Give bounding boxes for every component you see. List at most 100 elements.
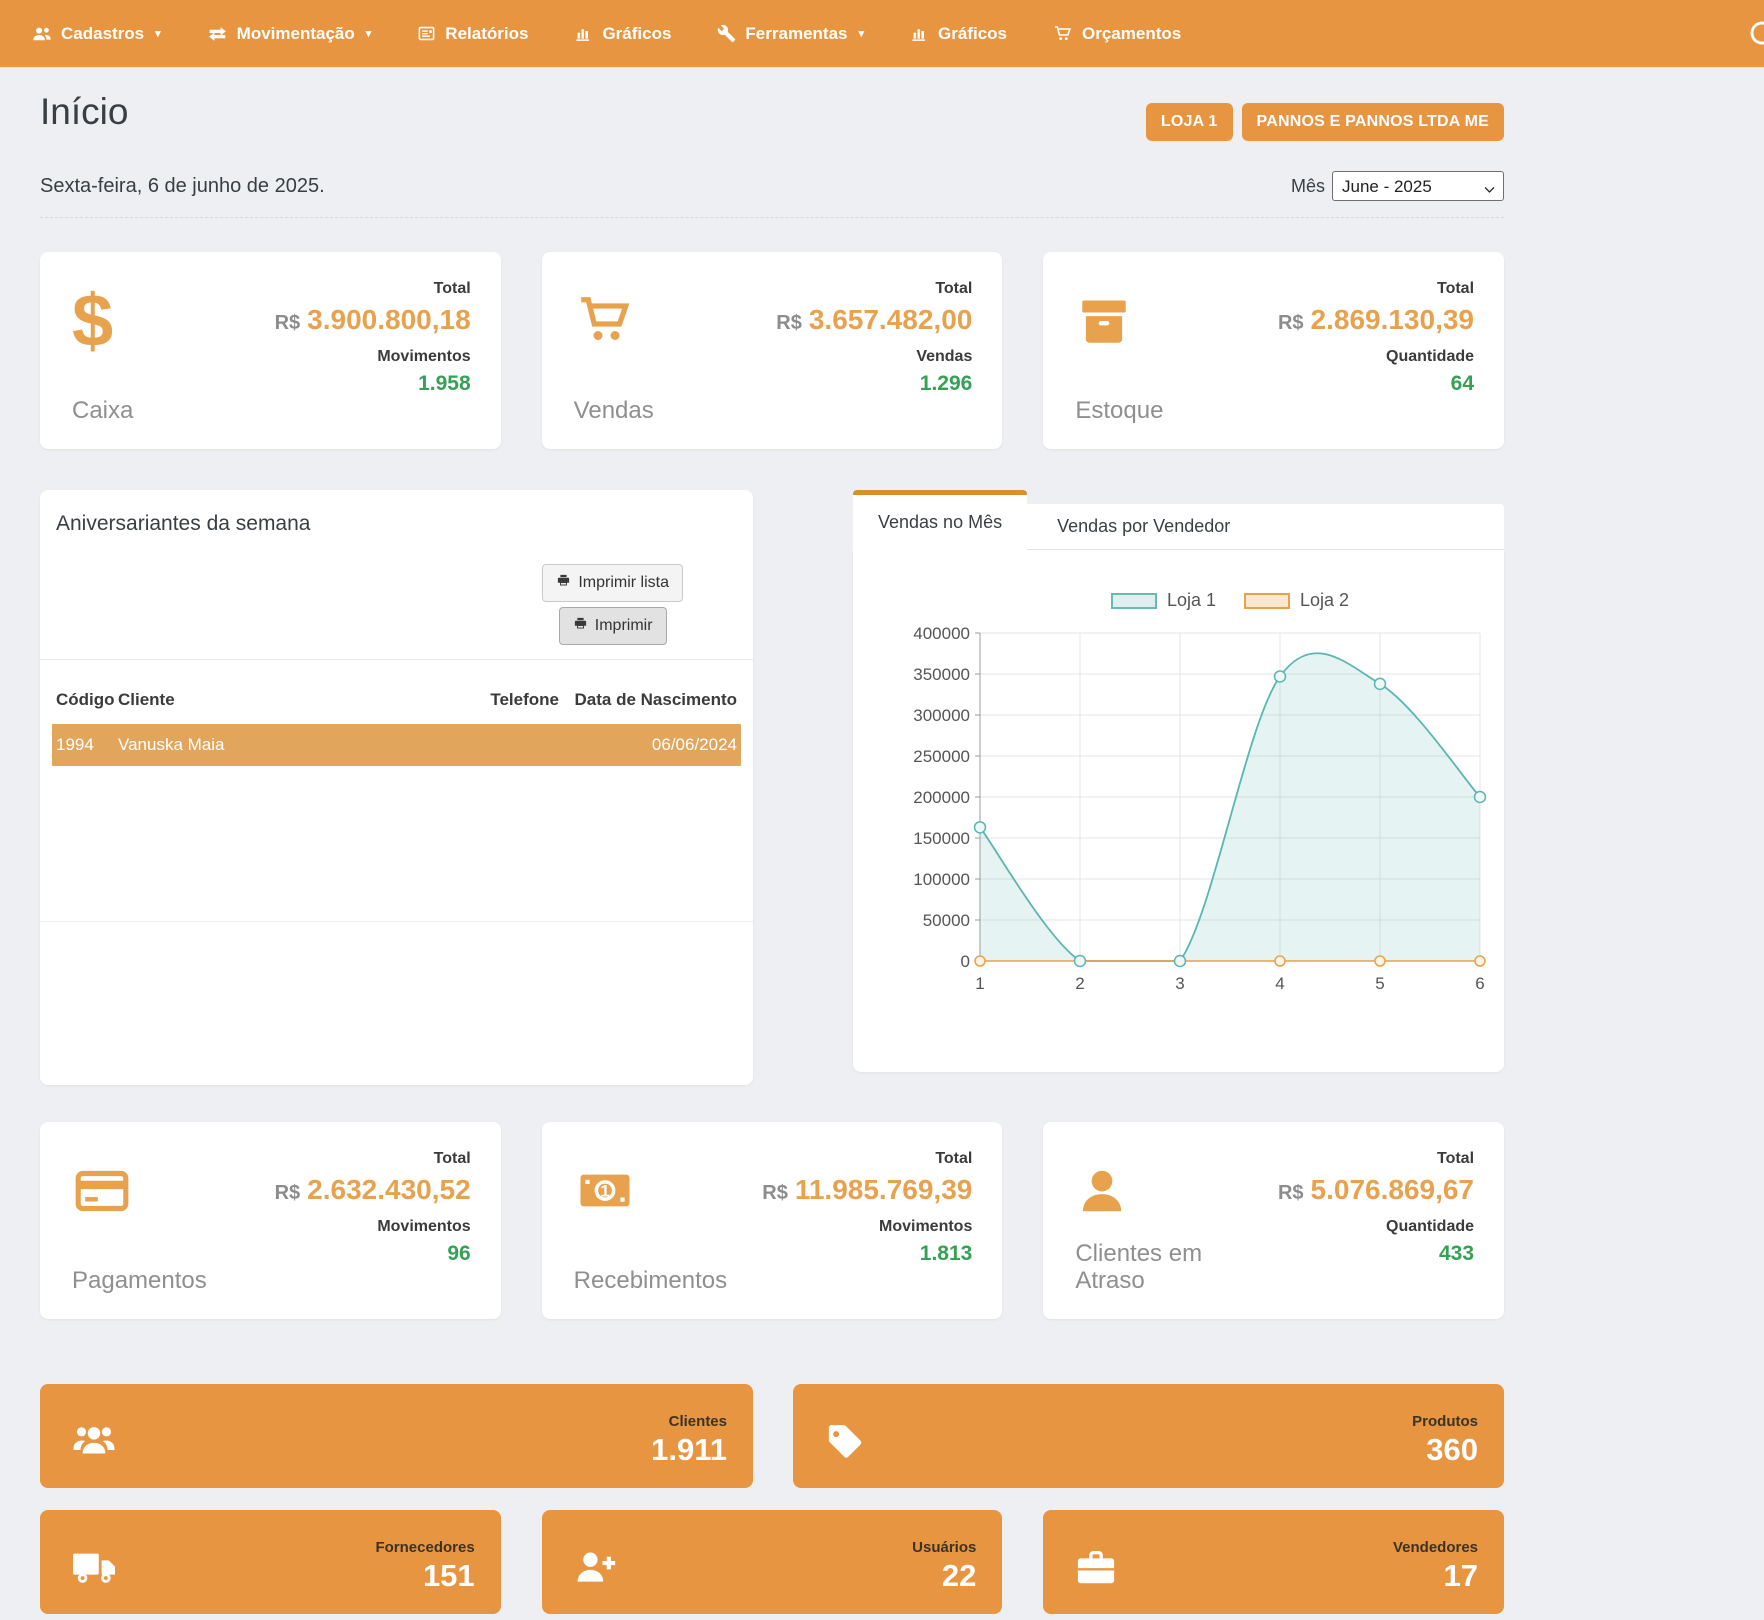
banner-label: Clientes	[651, 1413, 727, 1430]
table-row[interactable]: 1994 Vanuska Maia 06/06/2024	[52, 724, 741, 766]
bar-chart-icon	[574, 24, 593, 43]
chart-legend: Loja 1 Loja 2	[980, 590, 1480, 611]
count-value: 433	[1439, 1242, 1474, 1266]
birthdays-title: Aniversariantes da semana	[40, 512, 753, 536]
svg-text:3: 3	[1175, 974, 1184, 993]
print-list-button[interactable]: Imprimir lista	[542, 564, 683, 602]
cell-nascimento: 06/06/2024	[563, 724, 741, 766]
cart-icon	[574, 280, 654, 362]
svg-text:1: 1	[600, 1181, 609, 1200]
briefcase-icon	[1073, 1546, 1119, 1593]
total-amount: R$11.985.769,39	[762, 1174, 972, 1206]
nav-item-label: Ferramentas	[745, 24, 847, 44]
column-header-codigo: Código	[52, 682, 114, 718]
svg-text:0: 0	[961, 952, 970, 971]
legend-swatch-loja2	[1244, 593, 1290, 609]
banner-label: Vendedores	[1393, 1539, 1478, 1556]
stat-card-label: Clientes em Atraso	[1075, 1240, 1225, 1295]
page-title: Início	[40, 91, 128, 133]
svg-text:4: 4	[1275, 974, 1284, 993]
total-label: Total	[1437, 280, 1474, 298]
stat-card-label: Recebimentos	[574, 1267, 724, 1295]
nav-item-graficos-2[interactable]: Gráficos	[910, 24, 1007, 44]
truck-icon	[70, 1546, 118, 1593]
svg-text:200000: 200000	[913, 788, 970, 807]
cell-cliente: Vanuska Maia	[114, 724, 473, 766]
svg-text:350000: 350000	[913, 665, 970, 684]
refresh-icon[interactable]	[1747, 18, 1764, 53]
nav-item-label: Gráficos	[938, 24, 1007, 44]
total-amount: R$3.900.800,18	[275, 304, 471, 336]
company-button[interactable]: PANNOS E PANNOS LTDA ME	[1242, 103, 1504, 141]
banner-value: 22	[912, 1560, 976, 1591]
stat-card-label: Estoque	[1075, 397, 1163, 425]
banner-fornecedores[interactable]: Fornecedores 151	[40, 1510, 501, 1614]
birthdays-table: Código Cliente Telefone Data de Nascimen…	[40, 682, 753, 766]
chevron-down-icon: ▾	[155, 27, 161, 40]
banner-value: 151	[375, 1560, 474, 1591]
column-header-cliente: Cliente	[114, 682, 473, 718]
stat-card-label: Vendas	[574, 397, 654, 425]
legend-swatch-loja1	[1111, 593, 1157, 609]
print-button[interactable]: Imprimir	[559, 607, 667, 645]
banner-clientes[interactable]: Clientes 1.911	[40, 1384, 753, 1488]
nav-item-relatorios[interactable]: Relatórios	[417, 24, 528, 44]
money-bill-icon: 1	[574, 1150, 724, 1232]
report-icon	[417, 24, 436, 43]
tab-vendas-por-vendedor[interactable]: Vendas por Vendedor	[1027, 504, 1260, 550]
stat-card-vendas: Vendas Total R$3.657.482,00 Vendas 1.296	[542, 252, 1003, 449]
count-label: Quantidade	[1386, 1218, 1474, 1236]
stat-card-label: Caixa	[72, 397, 133, 425]
nav-item-graficos-1[interactable]: Gráficos	[574, 24, 671, 44]
nav-item-cadastros[interactable]: Cadastros ▾	[32, 24, 161, 44]
user-plus-icon	[572, 1545, 618, 1594]
column-header-nascimento: Data de Nascimento	[563, 682, 741, 718]
total-label: Total	[935, 280, 972, 298]
count-label: Vendas	[916, 348, 972, 366]
divider	[40, 921, 753, 922]
cart-icon	[1053, 24, 1073, 44]
nav-item-label: Relatórios	[445, 24, 528, 44]
printer-icon	[573, 616, 588, 636]
stat-card-caixa: $ Caixa Total R$3.900.800,18 Movimentos …	[40, 252, 501, 449]
month-select[interactable]: June - 2025	[1332, 171, 1504, 201]
total-amount: R$2.869.130,39	[1278, 304, 1474, 336]
banner-produtos[interactable]: Produtos 360	[793, 1384, 1504, 1488]
total-label: Total	[935, 1150, 972, 1168]
cell-telefone	[473, 734, 563, 756]
count-value: 1.813	[920, 1242, 973, 1266]
nav-item-ferramentas[interactable]: Ferramentas ▾	[717, 24, 864, 44]
nav-item-label: Gráficos	[602, 24, 671, 44]
stat-card-pagamentos: Pagamentos Total R$2.632.430,52 Moviment…	[40, 1122, 501, 1319]
banner-usuarios[interactable]: Usuários 22	[542, 1510, 1003, 1614]
banner-vendedores[interactable]: Vendedores 17	[1043, 1510, 1504, 1614]
banner-label: Produtos	[1412, 1413, 1478, 1430]
count-label: Movimentos	[377, 1218, 470, 1236]
svg-text:1: 1	[975, 974, 984, 993]
count-label: Movimentos	[377, 348, 470, 366]
credit-card-icon	[72, 1150, 207, 1232]
table-header-row: Código Cliente Telefone Data de Nascimen…	[52, 682, 741, 718]
chevron-down-icon: ▾	[366, 27, 372, 40]
nav-item-movimentacao[interactable]: Movimentação ▾	[207, 24, 372, 44]
banner-value: 17	[1393, 1560, 1478, 1591]
count-label: Quantidade	[1386, 348, 1474, 366]
tag-icon	[823, 1419, 863, 1468]
svg-text:2: 2	[1075, 974, 1084, 993]
page-content: Início LOJA 1 PANNOS E PANNOS LTDA ME Se…	[40, 67, 1504, 1614]
count-value: 1.296	[920, 372, 973, 396]
legend-label: Loja 2	[1300, 590, 1349, 611]
bar-chart-icon	[910, 24, 929, 43]
tab-strip-filler	[1260, 504, 1504, 550]
store-button[interactable]: LOJA 1	[1146, 103, 1233, 141]
legend-item-loja2: Loja 2	[1244, 590, 1349, 611]
banner-value: 1.911	[651, 1434, 727, 1465]
sales-line-chart: 0500001000001500002000002500003000003500…	[853, 621, 1504, 1021]
tab-vendas-no-mes[interactable]: Vendas no Mês	[853, 490, 1027, 550]
nav-item-orcamentos[interactable]: Orçamentos	[1053, 24, 1181, 44]
svg-text:250000: 250000	[913, 747, 970, 766]
chart-body: Loja 1 Loja 2 05000010000015000020000025…	[853, 550, 1504, 1072]
svg-text:100000: 100000	[913, 870, 970, 889]
count-value: 64	[1451, 372, 1474, 396]
nav-item-label: Cadastros	[61, 24, 144, 44]
